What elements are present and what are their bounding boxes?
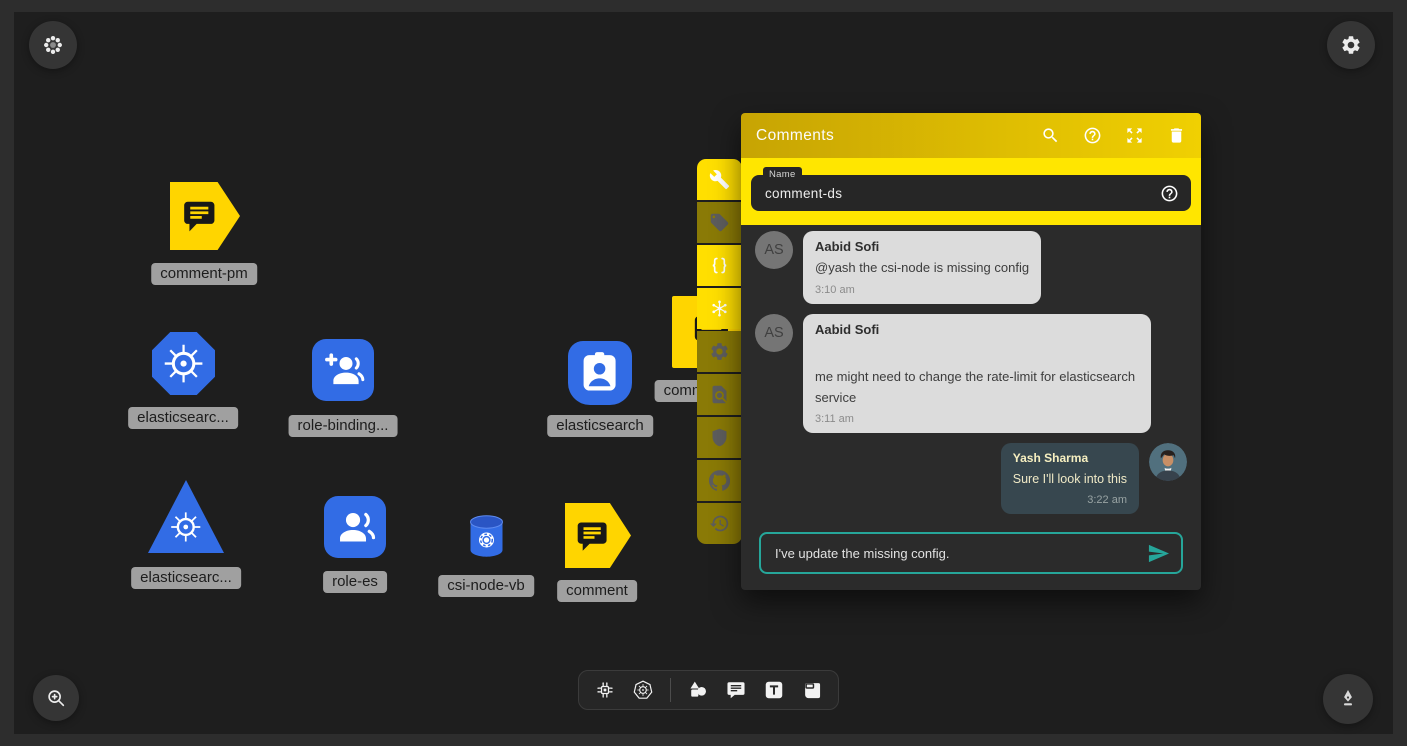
trash-icon[interactable] [1167, 126, 1186, 145]
tag-icon [709, 212, 730, 233]
bottom-toolbar-kubernetes-tool[interactable] [632, 679, 654, 701]
canvas-node-comment-pm[interactable] [170, 182, 240, 250]
side-toolbar-settings[interactable] [697, 331, 742, 372]
braces-icon [709, 255, 730, 276]
comment-node-icon [179, 196, 220, 235]
comments-panel-header: Comments [741, 113, 1201, 158]
message-bubble: Aabid Sofi @yash the csi-node is missing … [803, 231, 1041, 304]
node-label: elasticsearch [547, 415, 653, 437]
message-text: Sure I'll look into this [1013, 469, 1127, 489]
node-label: comment-pm [151, 263, 257, 285]
wrench-icon [709, 169, 730, 190]
comment-message: AS Aabid Sofi me might need to change the … [755, 314, 1187, 434]
role-binding-icon [320, 347, 366, 393]
node-label: elasticsearc... [128, 407, 238, 429]
side-toolbar-audit[interactable] [697, 374, 742, 415]
panel-title: Comments [756, 127, 1041, 145]
settings-gear-icon [1340, 34, 1362, 56]
cylinder-icon [468, 514, 505, 558]
avatar-initials: AS [755, 231, 793, 269]
canvas-node-role-binding-[interactable] [312, 339, 374, 401]
kubernetes-icon [159, 339, 208, 388]
message-author: Yash Sharma [1013, 451, 1127, 465]
node-label: role-binding... [289, 415, 398, 437]
comment-thread: AS Aabid Sofi @yash the csi-node is missin… [741, 225, 1201, 526]
message-author: Aabid Sofi [815, 322, 1139, 337]
composer-box[interactable] [759, 532, 1183, 574]
pen-tool-button[interactable] [1323, 674, 1373, 724]
side-toolbar-components[interactable] [697, 288, 742, 329]
bottom-toolbar-comment-tool[interactable] [725, 679, 747, 701]
side-toolbar-code[interactable] [697, 245, 742, 286]
gear-icon [709, 341, 730, 362]
role-icon [332, 504, 378, 550]
zoom-button[interactable] [33, 675, 79, 721]
message-author: Aabid Sofi [815, 239, 1029, 254]
help-icon[interactable] [1160, 184, 1179, 203]
comment-message: AS Aabid Sofi @yash the csi-node is missin… [755, 231, 1187, 304]
message-bubble: Yash Sharma Sure I'll look into this 3:22 … [1001, 443, 1139, 514]
expand-icon[interactable] [1125, 126, 1144, 145]
node-label: comment [557, 580, 637, 602]
comment-input[interactable] [761, 546, 1181, 561]
toolbar-divider [670, 678, 671, 702]
side-toolbar-tag[interactable] [697, 202, 742, 243]
node-label: elasticsearc... [131, 567, 241, 589]
node-label: csi-node-vb [438, 575, 534, 597]
avatar-initials: AS [755, 314, 793, 352]
name-section: Name [741, 158, 1201, 225]
panel-header-actions [1041, 126, 1186, 145]
search-icon[interactable] [1041, 126, 1060, 145]
canvas-node-elasticsearch[interactable] [568, 341, 632, 405]
github-icon [709, 470, 730, 491]
zoom-in-icon [45, 687, 67, 709]
doc-search-icon [709, 384, 730, 405]
message-time: 3:11 am [815, 413, 1139, 425]
canvas-node-comment[interactable] [565, 503, 631, 568]
send-icon[interactable] [1147, 542, 1170, 565]
canvas-node-role-es[interactable] [324, 496, 386, 558]
bottom-toolbar-save[interactable] [801, 679, 823, 701]
shape-palette-toolbar [578, 670, 839, 710]
flower-icon [42, 34, 64, 56]
name-field[interactable]: Name [751, 175, 1191, 211]
app-menu-button[interactable] [29, 21, 77, 69]
comments-panel: Comments Name AS Aabid Sofi @yash the csi-… [741, 113, 1201, 590]
kubernetes-icon [166, 508, 206, 546]
message-time: 3:10 am [815, 284, 1029, 296]
canvas-node-elasticsearc-[interactable] [152, 332, 215, 395]
service-account-icon [574, 347, 625, 398]
canvas-node-elasticsearc-[interactable] [148, 480, 224, 553]
side-toolbar-history[interactable] [697, 503, 742, 544]
node-label: role-es [323, 571, 387, 593]
canvas-node-csi-node-vb[interactable] [468, 514, 505, 558]
name-field-label: Name [763, 167, 802, 182]
pen-nib-icon [1337, 688, 1359, 710]
bottom-toolbar-shapes[interactable] [687, 679, 709, 701]
comment-message: Yash Sharma Sure I'll look into this 3:22 … [755, 443, 1187, 514]
message-bubble: Aabid Sofi me might need to change the ra… [803, 314, 1151, 434]
composer [741, 526, 1201, 590]
message-text: me might need to change the rate-limit f… [815, 367, 1139, 409]
help-icon[interactable] [1083, 126, 1102, 145]
node-context-toolbar [697, 159, 742, 546]
shield-icon [709, 427, 730, 448]
history-icon [709, 513, 730, 534]
side-toolbar-security[interactable] [697, 417, 742, 458]
comment-node-icon [573, 517, 611, 555]
avatar-photo [1149, 443, 1187, 481]
message-text: @yash the csi-node is missing config [815, 258, 1029, 279]
name-input[interactable] [765, 186, 1160, 201]
message-time: 3:22 am [1013, 494, 1127, 506]
bottom-toolbar-text-tool[interactable] [763, 679, 785, 701]
side-toolbar-configure[interactable] [697, 159, 742, 200]
bottom-toolbar-network[interactable] [594, 679, 616, 701]
side-toolbar-github[interactable] [697, 460, 742, 501]
hub-icon [709, 298, 730, 319]
settings-button[interactable] [1327, 21, 1375, 69]
